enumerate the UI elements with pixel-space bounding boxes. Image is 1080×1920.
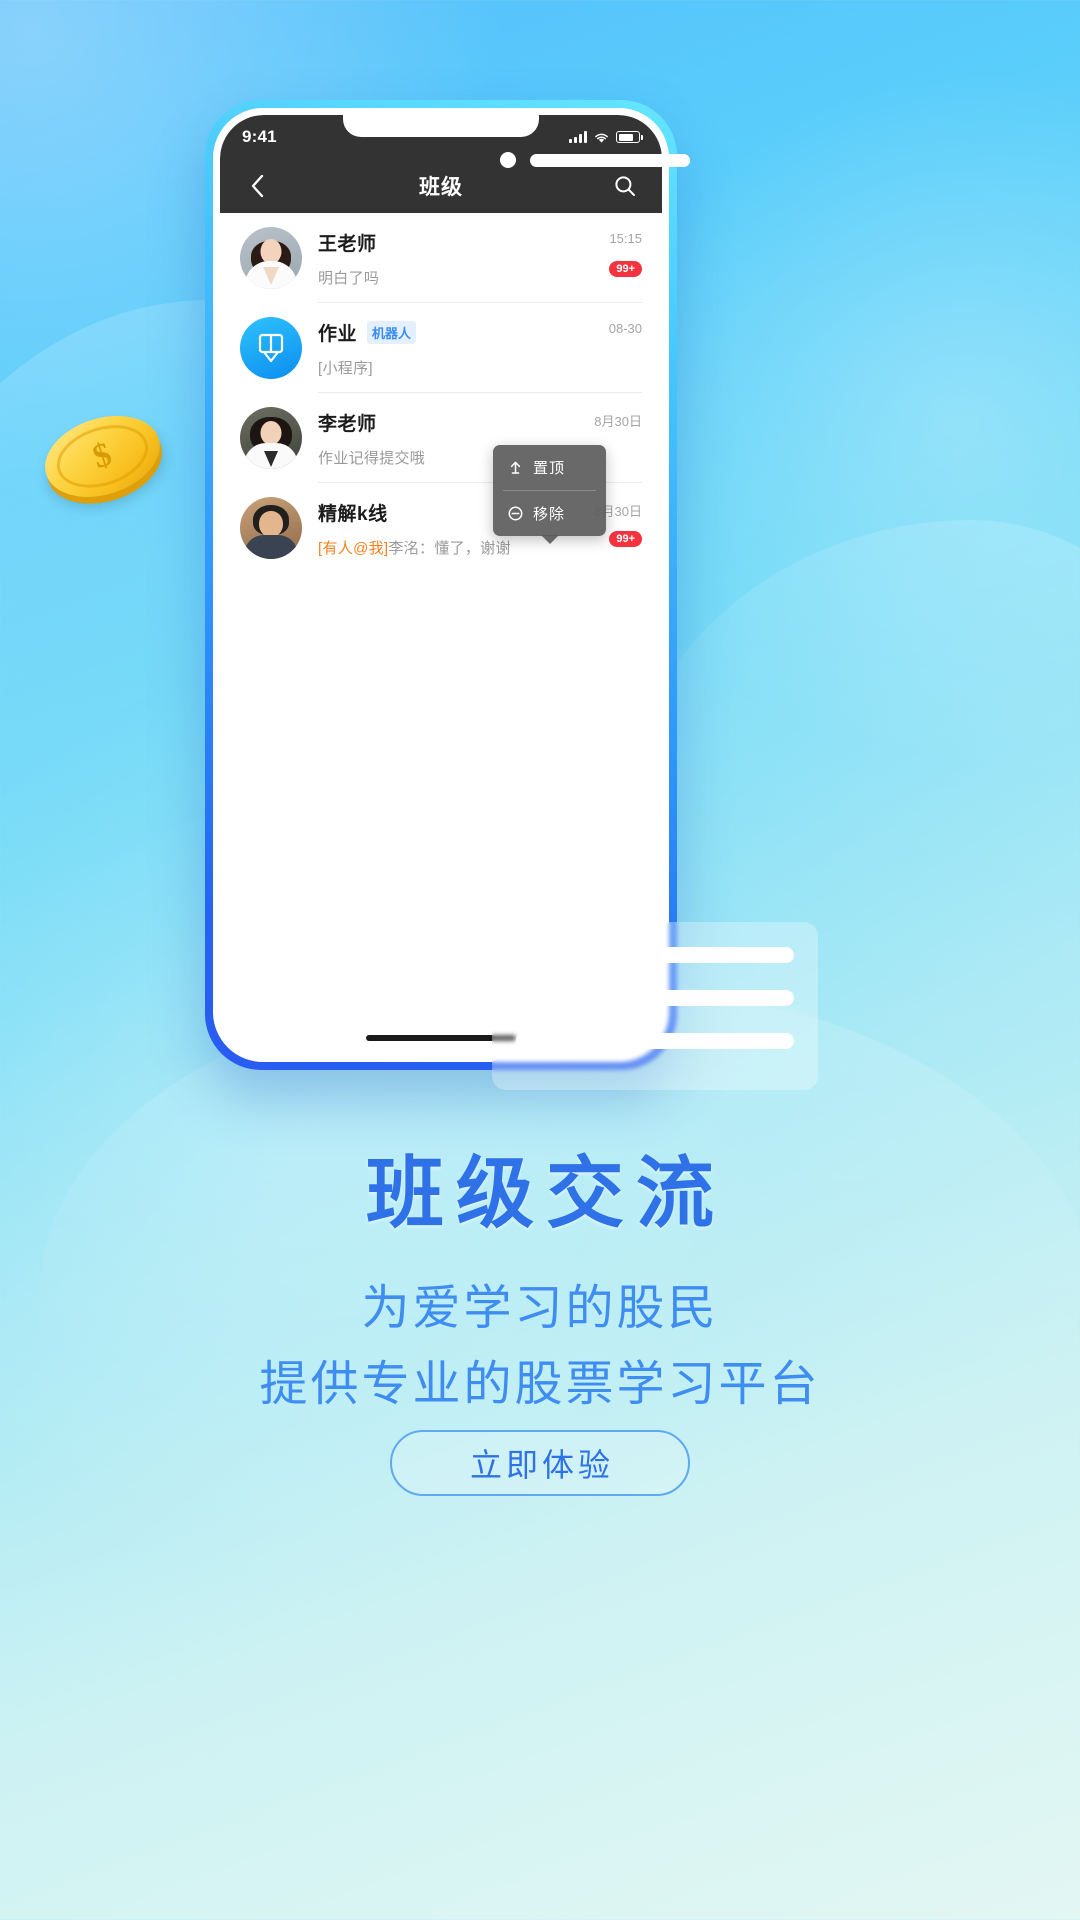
pin-top-icon xyxy=(510,461,521,474)
remove-circle-icon xyxy=(508,506,523,521)
list-bullet-icon xyxy=(516,989,533,1006)
chat-list-item[interactable]: 王老师 明白了吗 15:15 99+ xyxy=(220,213,662,303)
context-menu-label: 置顶 xyxy=(533,460,566,477)
list-placeholder-bar xyxy=(547,989,794,1006)
list-bullet-icon xyxy=(516,1032,533,1049)
status-bar-icons xyxy=(569,131,643,144)
decorative-bar xyxy=(530,153,690,167)
context-menu-arrow xyxy=(540,535,559,544)
avatar[interactable] xyxy=(240,227,302,289)
floating-list-card xyxy=(492,922,818,1090)
cellular-signal-icon xyxy=(569,131,587,143)
floating-list-row xyxy=(516,946,794,963)
bot-badge: 机器人 xyxy=(367,321,417,344)
chat-name: 作业 xyxy=(318,324,358,345)
chat-row-body: 李老师 作业记得提交哦 8月30日 xyxy=(318,393,662,483)
list-placeholder-bar xyxy=(547,946,794,963)
chat-row-body: 精解k线 [有人@我]李洺：懂了，谢谢 8月30日 99+ xyxy=(318,483,662,573)
decorative-dot xyxy=(500,152,516,168)
floating-list-row xyxy=(516,989,794,1006)
avatar[interactable] xyxy=(240,407,302,469)
context-menu-item-pin[interactable]: 置顶 xyxy=(493,445,606,490)
chat-list-item[interactable]: 作业 机器人 [小程序] 08-30 xyxy=(220,303,662,393)
unread-badge: 99+ xyxy=(609,531,642,547)
decorative-top-line xyxy=(500,152,690,168)
context-menu[interactable]: 置顶 移除 xyxy=(493,445,606,544)
chat-preview: [有人@我]李洺：懂了，谢谢 xyxy=(318,537,642,558)
context-menu-item-remove[interactable]: 移除 xyxy=(493,491,606,536)
coin-symbol: $ xyxy=(88,435,117,477)
battery-icon xyxy=(616,131,643,143)
mention-tag: [有人@我] xyxy=(318,540,389,557)
chat-row-body: 作业 机器人 [小程序] 08-30 xyxy=(318,303,662,393)
app-screen: 9:41 班级 王老师 明白了吗 15:15 99+ 作业 机器人 [小程序] … xyxy=(220,115,662,1055)
phone-screen-frame: 9:41 班级 王老师 明白了吗 15:15 99+ 作业 机器人 [小程序] … xyxy=(213,108,669,1062)
marketing-headline: 班级交流 xyxy=(365,1149,726,1239)
marketing-subline-1: 为爱学习的股民 xyxy=(361,1282,719,1335)
unread-badge: 99+ xyxy=(609,261,642,277)
chat-preview: 明白了吗 xyxy=(318,270,380,287)
chat-preview-text: 李洺：懂了，谢谢 xyxy=(388,540,511,557)
chat-name: 王老师 xyxy=(318,234,377,255)
cta-button[interactable]: 立即体验 xyxy=(390,1430,690,1496)
page-title: 班级 xyxy=(419,176,463,199)
avatar[interactable] xyxy=(240,317,302,379)
chat-time: 08-30 xyxy=(608,321,642,336)
chat-preview: [小程序] xyxy=(318,360,373,377)
wifi-icon xyxy=(595,133,608,143)
list-bullet-icon xyxy=(516,946,533,963)
status-bar-time: 9:41 xyxy=(242,127,277,146)
floating-list-row xyxy=(516,1032,794,1049)
chat-time: 15:15 xyxy=(609,231,642,246)
context-menu-label: 移除 xyxy=(533,506,566,523)
chat-name: 李老师 xyxy=(318,414,377,435)
chat-row-body: 王老师 明白了吗 15:15 99+ xyxy=(318,213,662,303)
marketing-subline-2: 提供专业的股票学习平台 xyxy=(259,1358,821,1411)
chat-name: 精解k线 xyxy=(318,504,388,525)
chat-time: 8月30日 xyxy=(594,414,642,429)
homework-book-icon xyxy=(258,333,284,363)
phone-notch xyxy=(343,115,539,137)
list-placeholder-bar xyxy=(547,1032,794,1049)
avatar[interactable] xyxy=(240,497,302,559)
